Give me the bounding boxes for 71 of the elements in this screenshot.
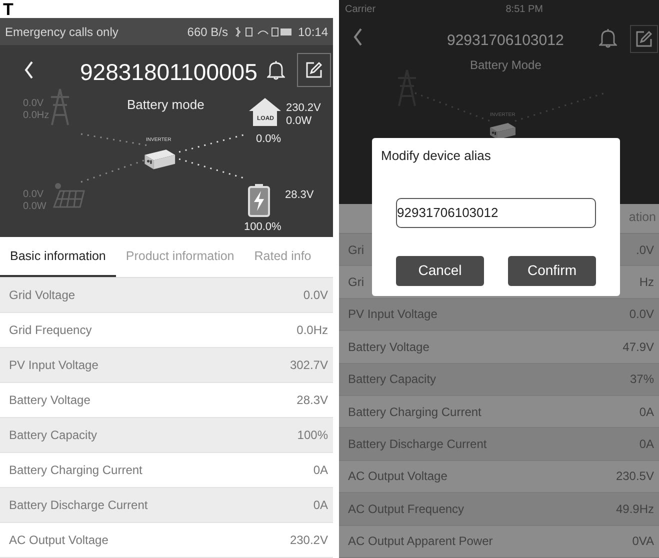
status-icons	[234, 26, 292, 38]
load-reading: 230.2V	[286, 103, 321, 114]
edit-icon	[635, 30, 653, 48]
row-label: AC Output Voltage	[348, 468, 448, 486]
row-value: 0A	[313, 462, 328, 479]
row-value: 49.9Hz	[616, 500, 654, 518]
battery-percent: 100.0%	[244, 222, 282, 233]
row-label: Gri	[348, 242, 364, 259]
edit-button[interactable]	[297, 53, 331, 87]
corner-label: T	[3, 0, 14, 18]
bell-icon[interactable]	[599, 28, 617, 48]
row-label: Battery Voltage	[348, 338, 430, 356]
clock-time: 10:14	[298, 24, 328, 40]
device-title: 92931706103012	[447, 31, 564, 51]
edit-button[interactable]	[630, 25, 658, 53]
row-value: 0VA	[632, 533, 654, 550]
row-label: Battery Discharge Current	[9, 497, 148, 514]
back-icon[interactable]	[24, 61, 34, 79]
row-value: .0V	[636, 242, 654, 259]
row-value: 0A	[313, 497, 328, 514]
row-label: PV Input Voltage	[348, 306, 438, 324]
row-label: AC Output Frequency	[348, 500, 464, 518]
row-value: 28.3V	[296, 392, 328, 409]
mode-label: Battery Mode	[470, 57, 542, 74]
row-label: Battery Charging Current	[9, 462, 142, 479]
back-icon[interactable]	[353, 28, 363, 46]
row-value: 230.5V	[616, 468, 654, 486]
row-value: 230.2V	[290, 532, 328, 549]
row-label: Grid Frequency	[9, 322, 92, 339]
row-label: AC Output Voltage	[9, 532, 108, 549]
clock-time: 8:51 PM	[506, 2, 543, 16]
row-value: 0A	[639, 404, 654, 421]
solar-panel-icon	[52, 181, 88, 209]
row-value: 37%	[630, 371, 654, 388]
row-label: Battery Discharge Current	[348, 436, 487, 454]
pv-reading: 0.0V	[23, 190, 44, 200]
network-speed: 660 B/s	[187, 24, 228, 40]
row-label: Battery Charging Current	[348, 404, 482, 421]
row-value: 302.7V	[290, 357, 328, 374]
row-value: 0.0V	[303, 287, 328, 304]
row-label: AC Output Apparent Power	[348, 533, 493, 550]
row-value: Hz	[639, 274, 654, 292]
row-label: Grid Voltage	[9, 287, 76, 304]
row-label: Gri	[348, 274, 364, 292]
row-value: 47.9V	[622, 338, 654, 356]
row-value: 0A	[639, 436, 654, 454]
inverter-icon	[487, 120, 517, 141]
row-value: 0.0V	[629, 306, 654, 324]
bell-icon[interactable]	[267, 60, 285, 80]
carrier-text: Emergency calls only	[5, 24, 118, 40]
grid-reading: 0.0V	[23, 99, 44, 109]
grid-reading: 0.0Hz	[23, 111, 50, 121]
battery-voltage: 28.3V	[285, 190, 314, 201]
row-label: PV Input Voltage	[9, 357, 98, 374]
row-label: Battery Capacity	[9, 427, 98, 444]
mode-label: Battery mode	[127, 96, 204, 114]
battery-icon	[248, 183, 270, 217]
alias-input[interactable]: 92931706103012	[396, 198, 596, 228]
row-label: Battery Voltage	[9, 392, 90, 409]
row-label: Battery Capacity	[348, 371, 436, 388]
row-value: 100%	[297, 427, 328, 444]
row-value: 0.0Hz	[296, 322, 328, 339]
carrier-text: Carrier	[345, 2, 376, 16]
pv-reading: 0.0W	[23, 202, 46, 212]
dialog-button[interactable]: Confirm	[508, 256, 596, 286]
dialog-title: Modify device alias	[381, 147, 492, 165]
load-percent: 0.0%	[256, 134, 282, 145]
load-reading: 0.0W	[286, 116, 312, 127]
dialog-button[interactable]: Cancel	[396, 256, 484, 286]
device-title: 92831801100005	[80, 58, 258, 87]
edit-icon	[305, 61, 323, 79]
